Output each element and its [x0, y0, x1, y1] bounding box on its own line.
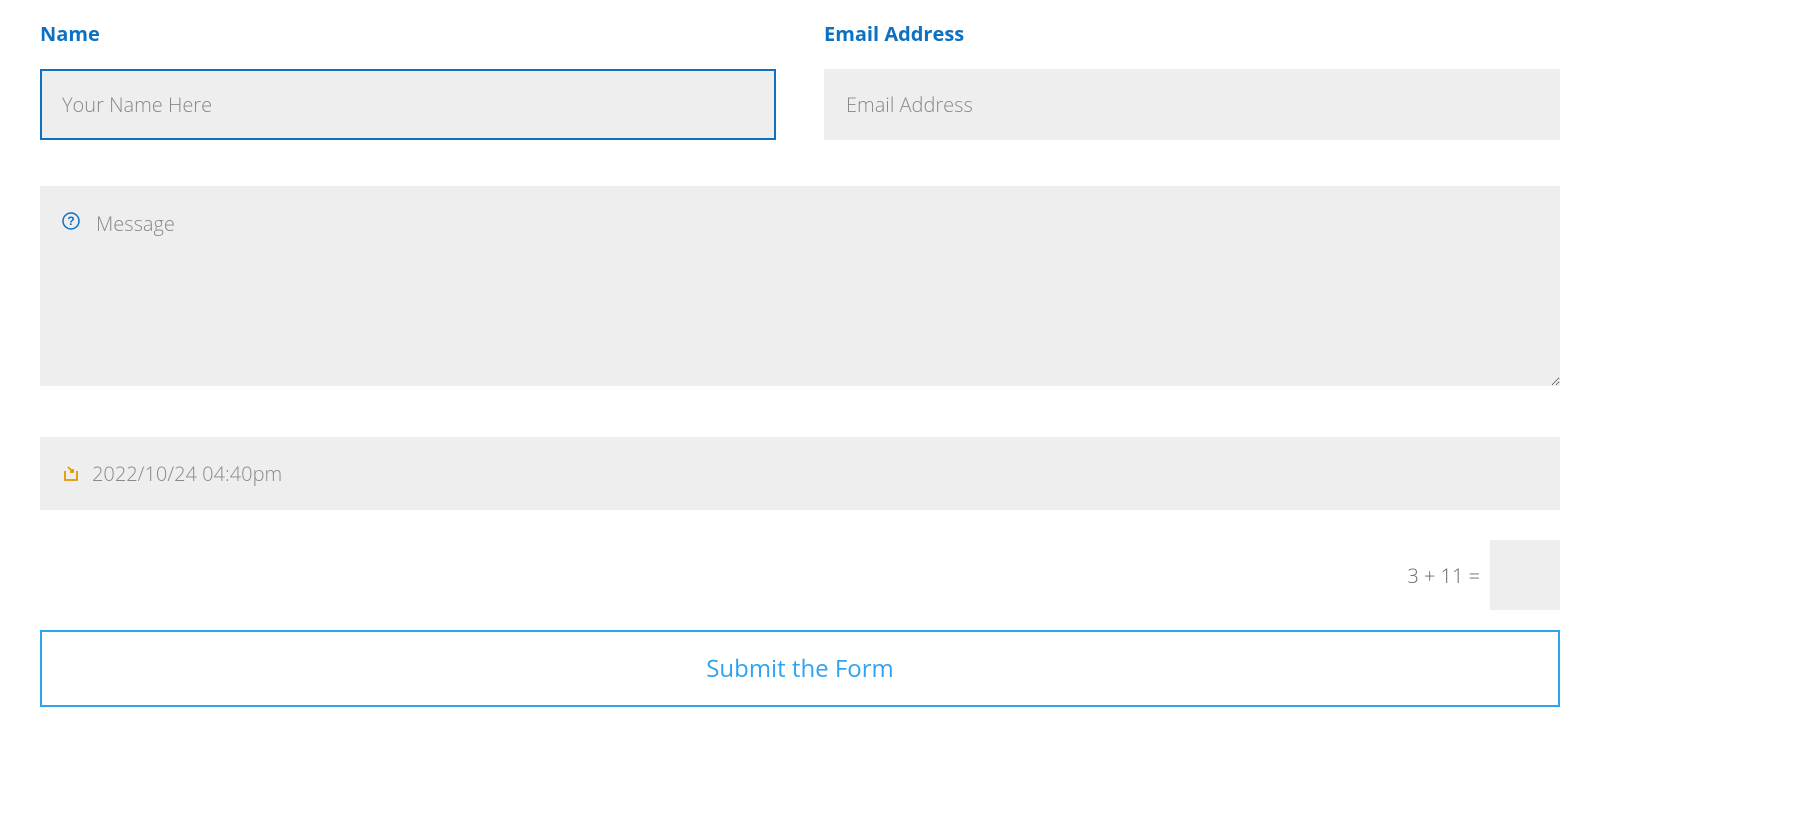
form-row-top: Name Email Address: [40, 20, 1560, 140]
datetime-field[interactable]: 2022/10/24 04:40pm: [40, 437, 1560, 510]
message-col: ?: [40, 186, 1560, 391]
email-col: Email Address: [824, 20, 1560, 140]
datetime-value: 2022/10/24 04:40pm: [92, 460, 282, 487]
submit-button[interactable]: Submit the Form: [40, 630, 1560, 707]
calendar-icon: [62, 461, 80, 488]
captcha-input[interactable]: [1490, 540, 1560, 610]
name-label: Name: [40, 20, 776, 47]
form-row-message: ?: [40, 186, 1560, 391]
email-input[interactable]: [824, 69, 1560, 140]
message-input[interactable]: [40, 186, 1560, 386]
email-label: Email Address: [824, 20, 1560, 47]
captcha-label: 3 + 11 =: [1407, 562, 1480, 589]
contact-form: Name Email Address ? 2022/: [40, 20, 1560, 707]
name-col: Name: [40, 20, 776, 140]
captcha-row: 3 + 11 =: [40, 540, 1560, 610]
name-input[interactable]: [40, 69, 776, 140]
